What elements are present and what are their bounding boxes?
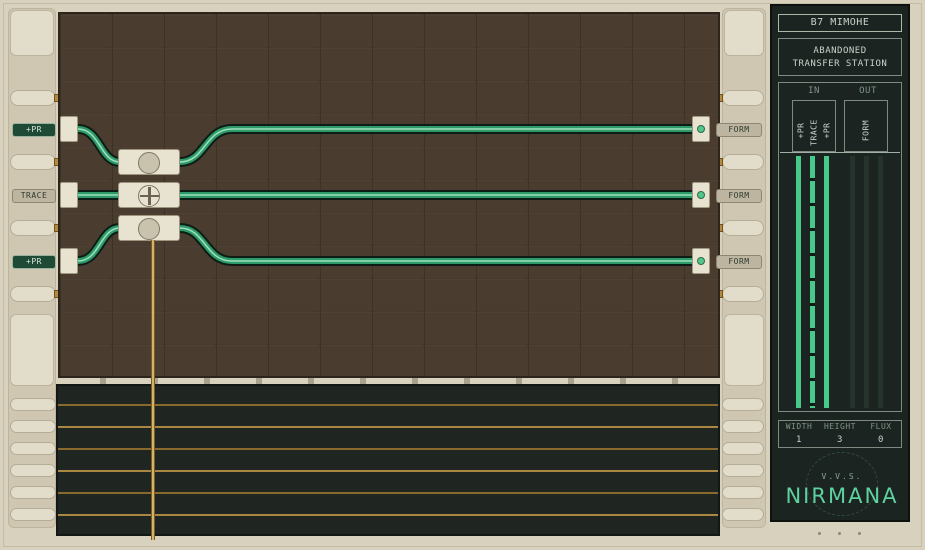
flux-value: 0 bbox=[878, 435, 884, 445]
brand-logo: NIRMANA bbox=[785, 484, 899, 508]
puzzle-code: B7 MIMOHE bbox=[810, 17, 870, 28]
out-header: OUT bbox=[859, 86, 877, 96]
flux-label: FLUX bbox=[870, 422, 892, 431]
location-line-1: ABANDONED bbox=[813, 46, 867, 56]
bolt-icon bbox=[838, 532, 841, 535]
rotor-bar-icon bbox=[140, 195, 159, 197]
width-label: WIDTH bbox=[785, 422, 813, 431]
info-panel: B7 MIMOHE ABANDONED TRANSFER STATION IN … bbox=[770, 4, 910, 522]
column-label-out1: FORM bbox=[861, 119, 871, 142]
location-line-2: TRANSFER STATION bbox=[792, 59, 888, 69]
rotor-icon bbox=[138, 218, 160, 240]
io-divider bbox=[780, 152, 900, 153]
processor-node-2[interactable] bbox=[118, 182, 180, 208]
width-value: 1 bbox=[796, 435, 802, 445]
bolt-icon bbox=[818, 532, 821, 535]
location-box bbox=[778, 38, 902, 76]
processor-node-1[interactable] bbox=[118, 149, 180, 175]
height-value: 3 bbox=[837, 435, 843, 445]
bolt-icon bbox=[858, 532, 861, 535]
in-bar-1 bbox=[796, 156, 801, 408]
probe-line[interactable] bbox=[151, 240, 155, 540]
column-label-in3: +PR bbox=[822, 122, 832, 139]
out-bar-3 bbox=[878, 156, 883, 408]
column-label-in1: +PR bbox=[796, 122, 806, 139]
out-bar-2 bbox=[864, 156, 869, 408]
out-bar-1 bbox=[850, 156, 855, 408]
in-bar-2 bbox=[810, 156, 815, 408]
column-label-in2: TRACE bbox=[809, 119, 819, 146]
in-header: IN bbox=[808, 86, 820, 96]
processor-node-3[interactable] bbox=[118, 215, 180, 241]
height-label: HEIGHT bbox=[824, 422, 856, 431]
brand-sub: V.V.S. bbox=[821, 472, 863, 481]
rotor-icon bbox=[138, 152, 160, 174]
in-bar-3 bbox=[824, 156, 829, 408]
